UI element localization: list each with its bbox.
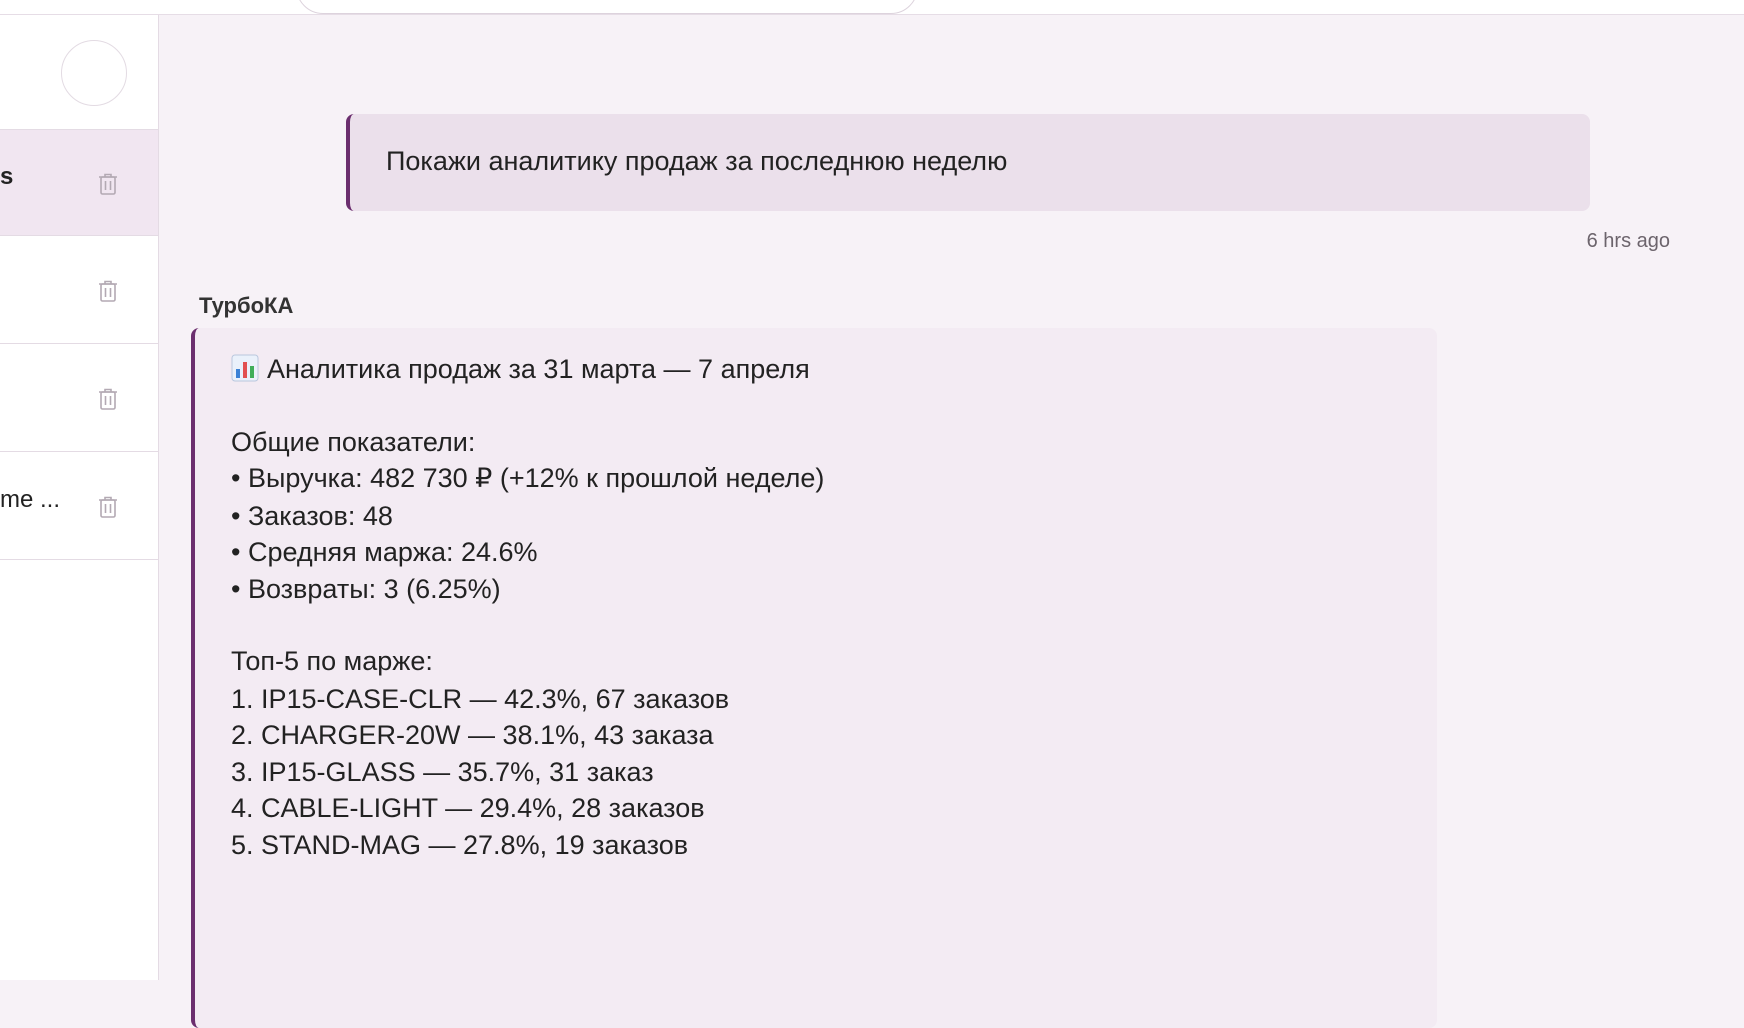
sidebar-chat-label: me ... [0, 486, 61, 513]
trash-icon[interactable] [96, 278, 120, 304]
sidebar-chat-label: s [0, 163, 14, 190]
sidebar: s me ... [0, 15, 159, 980]
search-bar[interactable] [296, 0, 918, 14]
bot-message-line: 5. STAND-MAG — 27.8%, 19 заказов [231, 830, 689, 860]
top-bar [0, 0, 1744, 15]
bot-message-bubble: Аналитика продаж за 31 марта — 7 апреля … [191, 328, 1437, 1028]
bot-message-line: 1. IP15-CASE-CLR — 42.3%, 67 заказов [231, 684, 730, 714]
bot-name: ТурбоКА [199, 293, 294, 318]
user-message-bubble: Покажи аналитику продаж за последнюю нед… [346, 114, 1590, 211]
bot-message-line: 4. CABLE-LIGHT — 29.4%, 28 заказов [231, 793, 705, 823]
bot-message-line: Общие показатели: [231, 427, 476, 457]
bot-message-line: 3. IP15-GLASS — 35.7%, 31 заказ [231, 757, 654, 787]
bot-message-heading: Аналитика продаж за 31 марта — 7 апреля [231, 354, 810, 389]
bot-message-line: Аналитика продаж за 31 марта — 7 апреля [267, 354, 810, 384]
trash-icon[interactable] [96, 494, 120, 520]
sidebar-chat-item[interactable]: me ... [0, 453, 158, 560]
bot-message-line: • Средняя маржа: 24.6% [231, 537, 538, 567]
sidebar-chat-item[interactable] [0, 237, 158, 344]
avatar[interactable] [61, 40, 127, 106]
chat-area: Покажи аналитику продаж за последнюю нед… [159, 15, 1744, 1028]
bot-message-line: Топ-5 по марже: [231, 646, 433, 676]
sidebar-chat-item[interactable]: s [0, 129, 158, 236]
bar-chart-icon [231, 354, 259, 389]
trash-icon[interactable] [96, 171, 120, 197]
bot-message-line: • Выручка: 482 730 ₽ (+12% к прошлой нед… [231, 463, 825, 493]
trash-icon[interactable] [96, 386, 120, 412]
bot-message-line: 2. CHARGER-20W — 38.1%, 43 заказа [231, 720, 714, 750]
bot-message-line: • Возвраты: 3 (6.25%) [231, 574, 501, 604]
bot-message-line: • Заказов: 48 [231, 501, 393, 531]
user-message-text: Покажи аналитику продаж за последнюю нед… [386, 146, 1008, 176]
sidebar-chat-item[interactable] [0, 345, 158, 452]
message-timestamp: 6 hrs ago [1586, 230, 1670, 252]
